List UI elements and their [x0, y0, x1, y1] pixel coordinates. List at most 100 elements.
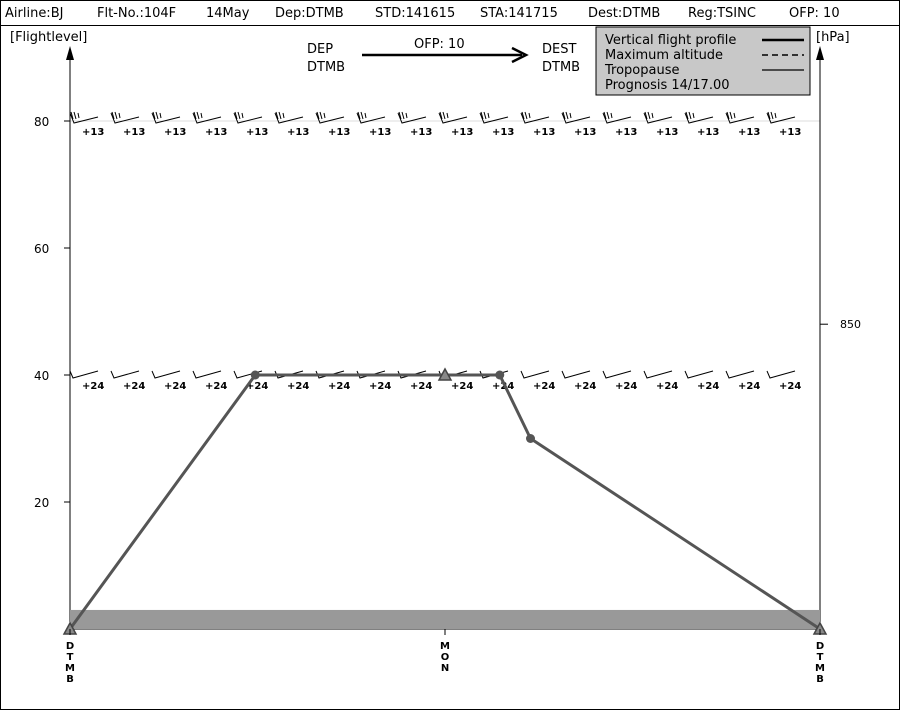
- wind-barb-icon: [520, 370, 550, 379]
- wind-temperature-label: +13: [656, 127, 678, 138]
- wind-temperature-label: +24: [410, 381, 432, 392]
- wind-temperature-label: +13: [410, 127, 432, 138]
- waypoint-label-char: T: [817, 652, 824, 663]
- wind-barb-feather: [159, 112, 162, 119]
- wind-temperature-label: +13: [328, 127, 350, 138]
- route-dest-code: DTMB: [542, 60, 580, 75]
- waypoint-label-char: M: [65, 663, 75, 674]
- wind-barb-feather: [483, 111, 487, 120]
- wind-barb-feather: [770, 111, 774, 120]
- wind-temperature-label: +13: [246, 127, 268, 138]
- wind-barb-shaft: [110, 370, 140, 379]
- wind-temperature-label: +13: [738, 127, 760, 138]
- wind-barb-shaft: [643, 370, 673, 379]
- wind-barb-feather: [565, 111, 569, 120]
- wind-temperature-label: +13: [492, 127, 514, 138]
- wind-barb-icon: [192, 370, 222, 379]
- wind-barb-feather: [237, 111, 241, 120]
- legend-item-maximum-altitude: Maximum altitude: [605, 48, 723, 63]
- wind-temperature-label: +24: [533, 381, 555, 392]
- wind-barb-shaft: [69, 370, 99, 379]
- wind-temperature-label: +24: [82, 381, 104, 392]
- profile-point-1: [250, 370, 260, 380]
- wind-barb-icon: [684, 370, 714, 379]
- wind-barb-feather: [606, 111, 610, 120]
- route-dest-label: DEST: [542, 42, 576, 57]
- wind-temperature-label: +13: [451, 127, 473, 138]
- wind-barb-icon: [643, 370, 673, 379]
- wind-barb-feather: [610, 112, 613, 119]
- wind-temperature-label: +24: [123, 381, 145, 392]
- wind-barb-feather: [487, 112, 490, 119]
- wind-temperature-label: +24: [656, 381, 678, 392]
- waypoint-label-char: N: [441, 663, 449, 674]
- wind-barb-shaft: [520, 370, 550, 379]
- y-axis-label: [Flightlevel]: [10, 30, 87, 45]
- wind-barb-feather: [118, 112, 121, 119]
- wind-barb-shaft: [766, 370, 796, 379]
- wind-barb-feather: [200, 112, 203, 119]
- vertical-flight-profile-chart: [Flightlevel] [hPa] DEP DTMB OFP: 10 DES…: [10, 26, 861, 685]
- wind-temperature-label: +24: [369, 381, 391, 392]
- wind-temperature-label: +24: [779, 381, 801, 392]
- wind-barb-shaft: [561, 370, 591, 379]
- wind-barb-feather: [241, 112, 244, 119]
- wind-barb-shaft: [602, 370, 632, 379]
- y-axis-left-arrow-icon: [66, 46, 74, 60]
- wind-barb-icon: [602, 370, 632, 379]
- wind-barb-feather: [282, 112, 285, 119]
- wind-barb-feather: [73, 111, 77, 120]
- wind-temperature-label: +24: [451, 381, 473, 392]
- y-axis-right-label: [hPa]: [816, 30, 850, 45]
- wind-barb-feather: [729, 111, 733, 120]
- waypoint-label-char: M: [815, 663, 825, 674]
- wind-barb-icon: [110, 370, 140, 379]
- route-dep-code: DTMB: [307, 60, 345, 75]
- wind-barb-feather: [323, 112, 326, 119]
- wind-temperature-label: +13: [574, 127, 596, 138]
- wind-barb-shaft: [684, 370, 714, 379]
- waypoint-label-char: O: [441, 652, 450, 663]
- wind-barb-shaft: [725, 370, 755, 379]
- waypoint-label-char: B: [66, 674, 74, 685]
- wind-barb-feather: [364, 112, 367, 119]
- wind-temperature-label: +24: [287, 381, 309, 392]
- waypoint-label-char: D: [66, 641, 74, 652]
- wind-temperature-label: +24: [328, 381, 350, 392]
- profile-point-4: [526, 434, 535, 443]
- wind-barb-feather: [155, 111, 159, 120]
- waypoint-label-char: B: [816, 674, 824, 685]
- waypoint-label-char: T: [67, 652, 74, 663]
- legend: Vertical flight profile Maximum altitude…: [595, 26, 811, 96]
- wind-barb-feather: [774, 112, 777, 119]
- terrain-band: [70, 609, 820, 629]
- wind-barb-feather: [524, 111, 528, 120]
- wind-temperature-label: +13: [82, 127, 104, 138]
- legend-prognosis: Prognosis 14/17.00: [605, 78, 730, 93]
- wind-temperature-label: +24: [205, 381, 227, 392]
- legend-item-tropopause: Tropopause: [604, 63, 679, 78]
- wind-temperature-label: +13: [369, 127, 391, 138]
- wind-temperature-label: +13: [533, 127, 555, 138]
- wind-barb-feather: [196, 111, 200, 120]
- y-tick-label-60: 60: [34, 242, 49, 256]
- wind-temperature-label: +13: [287, 127, 309, 138]
- wind-barb-feather: [442, 111, 446, 120]
- wind-barb-icon: [766, 370, 796, 379]
- wind-barb-feather: [528, 112, 531, 119]
- wind-barb-icon: [725, 370, 755, 379]
- legend-item-vertical-profile: Vertical flight profile: [605, 33, 736, 48]
- wind-barb-icon: [69, 370, 99, 379]
- wind-barb-feather: [569, 112, 572, 119]
- wind-barb-feather: [77, 112, 80, 119]
- wind-temperature-label: +24: [697, 381, 719, 392]
- wind-barb-feather: [733, 112, 736, 119]
- wind-barb-feather: [360, 111, 364, 120]
- waypoint-label-char: M: [440, 641, 450, 652]
- wind-barb-shaft: [151, 370, 181, 379]
- pressure-tick-label-850: 850: [840, 318, 861, 331]
- wind-temperature-label: +13: [123, 127, 145, 138]
- y-tick-label-20: 20: [34, 496, 49, 510]
- profile-point-3: [495, 370, 505, 380]
- waypoint-label-char: D: [816, 641, 824, 652]
